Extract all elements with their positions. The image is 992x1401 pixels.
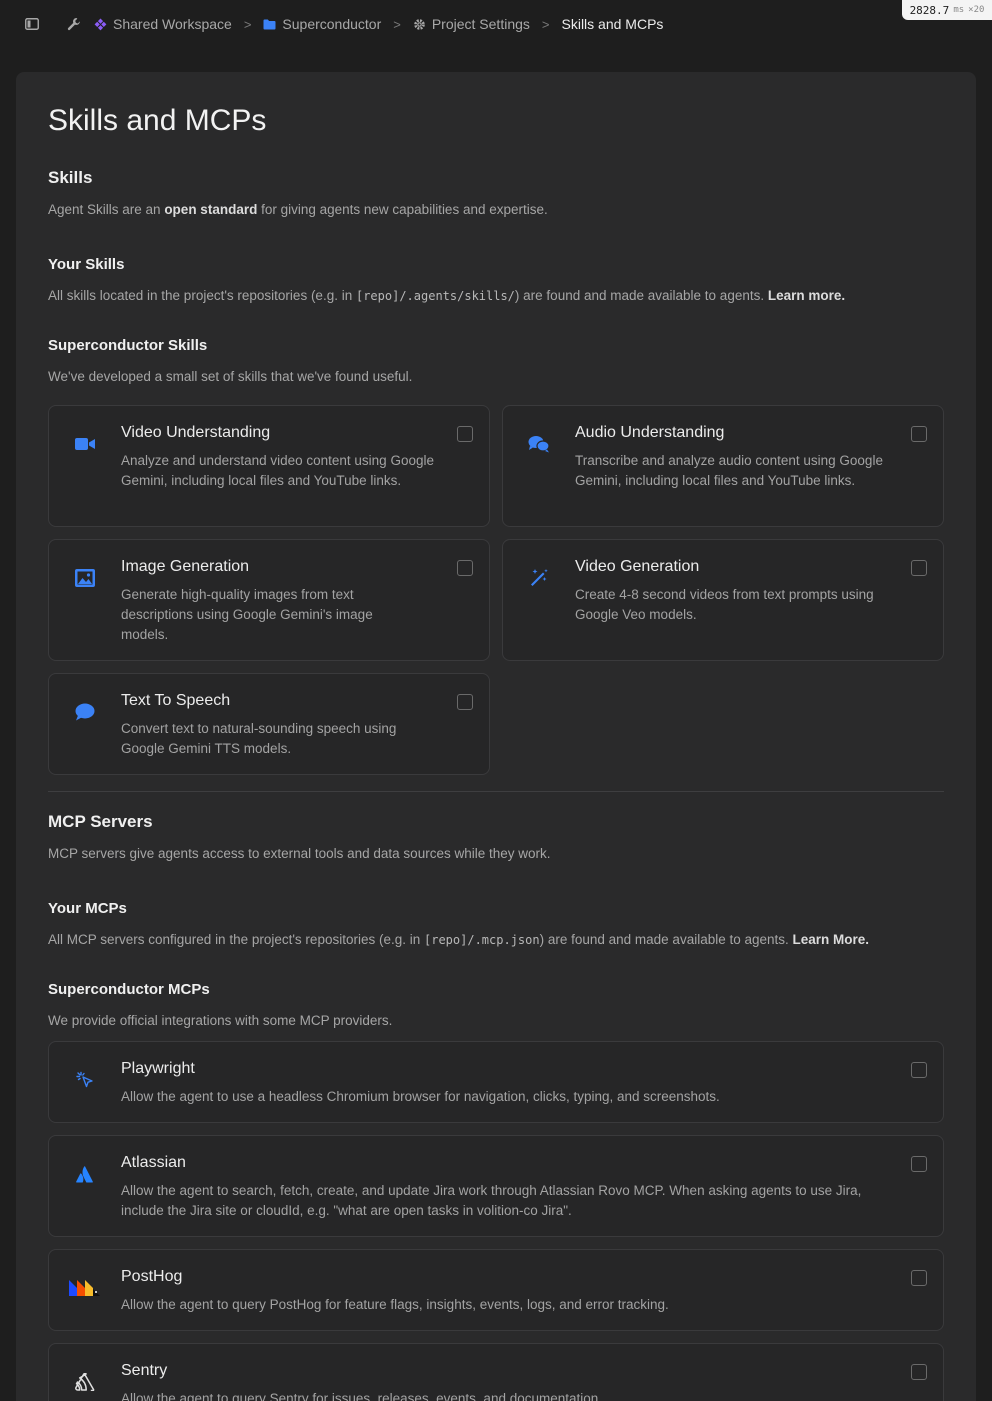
mcp-description: Allow the agent to query Sentry for issu… [121,1391,603,1401]
skill-title: Video Generation [575,558,700,575]
skill-description: Convert text to natural-sounding speech … [121,721,397,756]
breadcrumb-settings-label: Project Settings [431,16,530,32]
breadcrumb-project[interactable]: Superconductor [263,16,381,32]
chevron-right-icon: > [393,16,401,32]
pointer-click-icon [73,1068,97,1092]
mcp-servers-description: MCP servers give agents access to extern… [48,846,551,861]
chat-bubbles-icon [527,432,551,456]
mcp-checkbox[interactable] [911,1364,927,1380]
gear-icon [414,18,425,30]
skill-card-image-generation[interactable]: Image Generation Generate high-quality i… [48,539,490,661]
skills-heading: Skills [48,168,93,187]
perf-badge: 2828.7 ms ×20 [902,0,992,20]
wrench-icon[interactable] [66,16,82,32]
open-standard-link[interactable]: open standard [164,202,257,217]
chevron-right-icon: > [541,16,550,32]
your-mcps-description: All MCP servers configured in the projec… [48,932,870,947]
skill-card-video-generation[interactable]: Video Generation Create 4-8 second video… [502,539,944,661]
skills-description: Agent Skills are an open standard for gi… [48,202,548,217]
your-skills-heading: Your Skills [48,256,125,273]
superconductor-skills-heading: Superconductor Skills [48,337,208,354]
skill-card-text-to-speech[interactable]: Text To Speech Convert text to natural-s… [48,673,490,775]
speech-bubble-icon [73,700,97,724]
sentry-logo-icon [73,1370,97,1394]
skill-card-audio-understanding[interactable]: Audio Understanding Transcribe and analy… [502,405,944,527]
breadcrumb-current: Skills and MCPs [561,16,664,32]
mcp-card-playwright[interactable]: Playwright Allow the agent to use a head… [48,1041,944,1123]
folder-icon [263,19,276,29]
settings-panel: Skills and MCPs Skills Agent Skills are … [16,72,976,1401]
page-title: Skills and MCPs [48,104,267,137]
skill-description: Analyze and understand video content usi… [121,453,434,488]
top-bar: Shared Workspace > Superconductor > Proj… [0,0,992,48]
skill-title: Text To Speech [121,692,231,709]
mcp-card-posthog[interactable]: PostHog Allow the agent to query PostHog… [48,1249,944,1331]
mcp-title: PostHog [121,1268,183,1285]
skill-card-video-understanding[interactable]: Video Understanding Analyze and understa… [48,405,490,527]
chevron-right-icon: > [243,16,252,32]
learn-more-link[interactable]: Learn More. [793,932,870,947]
sidebar-toggle-icon[interactable] [24,16,40,32]
perf-unit: ms [953,5,965,15]
workspace-icon [94,18,107,30]
your-mcps-heading: Your MCPs [48,900,127,917]
skill-title: Image Generation [121,558,250,575]
skill-checkbox[interactable] [457,560,473,576]
atlassian-logo-icon [73,1162,97,1186]
mcp-servers-heading: MCP Servers [48,812,153,831]
breadcrumb-workspace-label: Shared Workspace [113,16,232,32]
mcp-title: Playwright [121,1060,195,1077]
skill-description: Create 4-8 second videos from text promp… [575,587,874,622]
superconductor-skills-description: We've developed a small set of skills th… [48,369,413,384]
mcp-checkbox[interactable] [911,1062,927,1078]
skill-title: Audio Understanding [575,424,725,441]
superconductor-mcps-description: We provide official integrations with so… [48,1013,393,1028]
skill-checkbox[interactable] [457,694,473,710]
mcp-card-sentry[interactable]: Sentry Allow the agent to query Sentry f… [48,1343,944,1401]
skill-checkbox[interactable] [911,560,927,576]
section-divider [48,791,944,792]
mcp-description: Allow the agent to query PostHog for fea… [121,1297,669,1312]
mcp-title: Sentry [121,1362,168,1379]
skill-title: Video Understanding [121,424,271,441]
mcp-description: Allow the agent to use a headless Chromi… [121,1089,720,1104]
superconductor-mcps-heading: Superconductor MCPs [48,981,210,998]
mcp-checkbox[interactable] [911,1156,927,1172]
breadcrumb-workspace[interactable]: Shared Workspace [94,16,232,32]
mcp-title: Atlassian [121,1154,186,1171]
skill-checkbox[interactable] [457,426,473,442]
perf-value: 2828.7 [909,3,950,17]
skill-description: Transcribe and analyze audio content usi… [575,453,883,488]
learn-more-link[interactable]: Learn more. [768,288,845,303]
mcp-card-atlassian[interactable]: Atlassian Allow the agent to search, fet… [48,1135,944,1237]
breadcrumb-settings[interactable]: Project Settings [413,16,530,32]
skill-description: Generate high-quality images from text d… [121,587,373,642]
perf-mult: ×20 [968,5,985,15]
skill-checkbox[interactable] [911,426,927,442]
breadcrumb-project-label: Superconductor [282,16,382,32]
mcp-description: Allow the agent to search, fetch, create… [121,1183,862,1218]
mcp-checkbox[interactable] [911,1270,927,1286]
image-icon [73,566,97,590]
your-skills-description: All skills located in the project's repo… [48,288,846,303]
magic-wand-icon [527,566,551,590]
video-camera-icon [73,432,97,456]
posthog-logo-icon [69,1276,101,1300]
